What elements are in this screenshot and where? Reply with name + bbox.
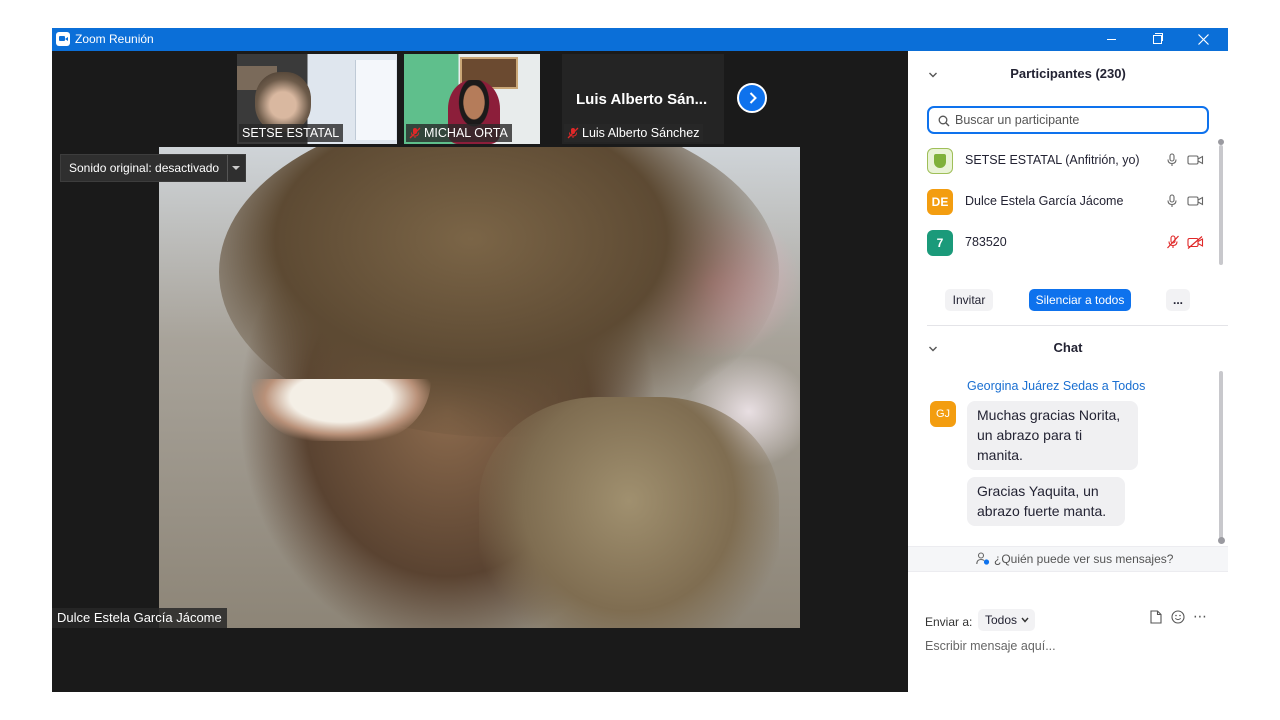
thumbnail-name: SETSE ESTATAL — [242, 126, 340, 140]
who-can-see-text: ¿Quién puede ver sus mensajes? — [994, 552, 1174, 566]
who-can-see-bar[interactable]: ¿Quién puede ver sus mensajes? — [908, 546, 1228, 572]
participant-name: Dulce Estela García Jácome — [965, 194, 1124, 208]
video-content — [251, 379, 431, 441]
send-to-value: Todos — [985, 613, 1018, 627]
search-input[interactable] — [955, 111, 1195, 129]
mic-icon[interactable] — [1166, 194, 1178, 208]
video-thumbnail-michal[interactable]: MICHAL ORTA — [404, 54, 540, 144]
chevron-down-icon — [1021, 617, 1029, 623]
side-panel: Participantes (230) SETSE ESTATAL (Anfit… — [908, 51, 1228, 692]
participant-row[interactable] — [908, 264, 1218, 271]
mic-muted-icon — [567, 127, 579, 139]
zoom-window: Zoom Reunión SETSE ESTATAL MICHAL ORTA L… — [52, 28, 1228, 692]
chevron-down-icon[interactable] — [227, 155, 245, 181]
person-lock-icon — [976, 552, 990, 565]
more-options-button[interactable]: ... — [1166, 289, 1190, 311]
participant-avatar: DE — [927, 189, 953, 215]
chat-scrollbar[interactable] — [1219, 371, 1223, 539]
participant-name-placeholder: Luis Alberto Sán... — [576, 91, 708, 108]
video-area: SETSE ESTATAL MICHAL ORTA Luis Alberto S… — [52, 51, 908, 692]
more-icon[interactable]: ⋯ — [1193, 608, 1207, 625]
video-camera-icon[interactable] — [1187, 195, 1204, 207]
invite-button[interactable]: Invitar — [945, 289, 993, 311]
host-logo-avatar — [927, 148, 953, 174]
title-bar: Zoom Reunión — [52, 28, 1228, 51]
next-page-button[interactable] — [737, 83, 767, 113]
participants-title: Participantes (230) — [1010, 66, 1126, 81]
mic-icon[interactable] — [1166, 153, 1178, 167]
participant-name: 783520 — [965, 235, 1007, 249]
zoom-app-icon — [56, 32, 70, 46]
mute-all-button[interactable]: Silenciar a todos — [1029, 289, 1131, 311]
participant-avatar: 7 — [927, 230, 953, 256]
send-to-select[interactable]: Todos — [978, 609, 1036, 631]
participants-header: Participantes (230) — [908, 51, 1228, 97]
thumbnail-name-tag: MICHAL ORTA — [406, 124, 512, 142]
participant-name: SETSE ESTATAL (Anfitrión, yo) — [965, 153, 1140, 167]
video-off-icon[interactable] — [1187, 236, 1204, 249]
thumbnail-name: Luis Alberto Sánchez — [582, 126, 700, 140]
thumbnail-name-tag: Luis Alberto Sánchez — [564, 124, 704, 142]
original-sound-label: Sonido original: desactivado — [69, 161, 220, 175]
video-thumbnail-luis[interactable]: Luis Alberto Sán... Luis Alberto Sánchez — [562, 54, 724, 144]
search-icon — [938, 115, 950, 127]
video-content — [479, 397, 779, 628]
chat-message: Muchas gracias Norita, un abrazo para ti… — [967, 401, 1138, 470]
participants-scrollbar[interactable] — [1219, 145, 1223, 265]
original-sound-toggle[interactable]: Sonido original: desactivado — [60, 154, 247, 182]
thumbnail-name: MICHAL ORTA — [424, 126, 508, 140]
window-title: Zoom Reunión — [75, 32, 154, 46]
participant-search[interactable] — [927, 106, 1209, 134]
chevron-right-icon — [749, 92, 757, 104]
scroll-up-arrow[interactable] — [1218, 139, 1224, 145]
send-to-label: Enviar a: — [925, 615, 973, 629]
chat-title: Chat — [1053, 340, 1083, 355]
thumbnail-name-tag: SETSE ESTATAL — [239, 124, 344, 142]
chat-avatar: GJ — [930, 401, 956, 427]
active-speaker-video — [159, 147, 800, 628]
chat-header: Chat — [908, 327, 1228, 369]
active-speaker-name: Dulce Estela García Jácome — [52, 608, 227, 628]
video-thumbnail-setse[interactable]: SETSE ESTATAL — [237, 54, 397, 144]
minimize-button[interactable] — [1088, 28, 1134, 51]
close-button[interactable] — [1180, 28, 1226, 51]
participants-list: SETSE ESTATAL (Anfitrión, yo) DE Dulce E… — [908, 141, 1218, 271]
participant-row[interactable]: DE Dulce Estela García Jácome — [908, 182, 1218, 222]
chat-sender: Georgina Juárez Sedas a Todos — [967, 379, 1146, 393]
emoji-icon[interactable] — [1171, 610, 1185, 624]
chat-message: Gracias Yaquita, un abrazo fuerte manta. — [967, 477, 1125, 526]
close-icon — [1197, 34, 1209, 45]
participant-row[interactable]: SETSE ESTATAL (Anfitrión, yo) — [908, 141, 1218, 181]
file-icon[interactable] — [1150, 610, 1162, 624]
panel-divider — [927, 325, 1228, 326]
mic-muted-icon — [409, 127, 421, 139]
message-input[interactable] — [925, 636, 1215, 656]
scroll-down-arrow[interactable] — [1218, 537, 1225, 544]
video-camera-icon[interactable] — [1187, 154, 1204, 166]
mic-muted-icon[interactable] — [1166, 235, 1180, 249]
maximize-button[interactable] — [1134, 28, 1180, 51]
participant-row[interactable]: 7 783520 — [908, 223, 1218, 263]
participant-video — [255, 72, 311, 132]
